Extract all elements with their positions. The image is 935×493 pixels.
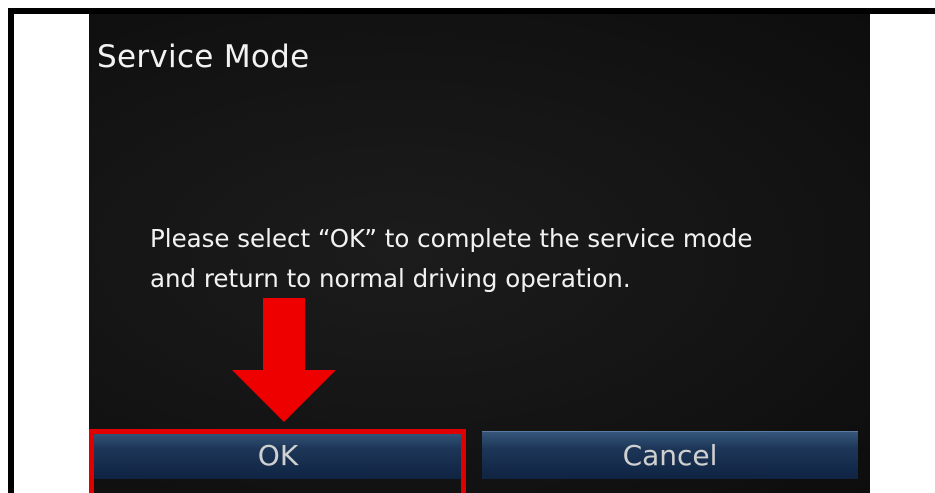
instruction-line-1: Please select “OK” to complete the servi… [150,224,753,253]
instruction-message: Please select “OK” to complete the servi… [150,219,850,299]
cancel-button[interactable]: Cancel [482,431,858,479]
cancel-button-label: Cancel [622,439,718,472]
frame-border-left [8,8,14,493]
page-title: Service Mode [97,39,310,75]
arrow-down-icon [232,298,336,422]
ok-highlight-box [89,429,466,493]
service-mode-screen: Service Mode Please select “OK” to compl… [89,14,870,493]
instruction-line-2: and return to normal driving operation. [150,264,631,293]
